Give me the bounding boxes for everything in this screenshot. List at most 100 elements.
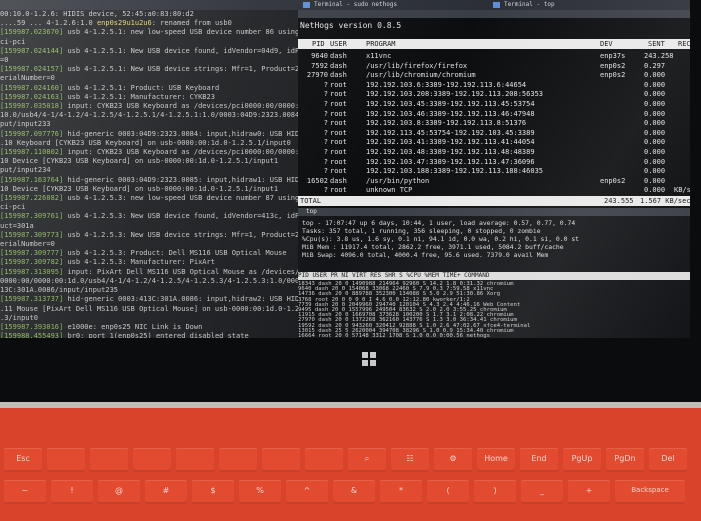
nethogs-cell-user: root [330, 138, 347, 147]
nethogs-terminal[interactable]: NetHogs version 0.8.5 PID USER PROGRAM D… [298, 10, 690, 208]
dmesg-line: 0000:00/0000:00:1d.0/usb4/4-1/4-1.2/4-1.… [0, 277, 300, 286]
dmesg-segment: 10 Device [CYKB23 USB Keyboard] on usb-0… [0, 157, 279, 166]
taskbar-tab-nethogs[interactable]: Terminal - sudo nethogs [300, 0, 484, 10]
key-3[interactable]: # [145, 480, 187, 504]
nethogs-row[interactable]: ? root 192.192.103.188:3389-192.192.113.18… [298, 166, 690, 176]
tablet-bezel: Terminal - sudo nethogs Terminal - top 0… [0, 0, 701, 402]
dmesg-segment: [159987.163764] [0, 175, 68, 184]
top-mem-line: MiB Mem : 11917.4 total, 2862.2 free, 39… [302, 243, 564, 251]
key-label: ^ [303, 486, 311, 495]
dmesg-segment: erialNumber=0 [0, 240, 55, 249]
key-label: End [531, 454, 547, 463]
key-label: ( [446, 486, 450, 495]
nethogs-cell-sent: 0.000 [644, 71, 666, 80]
nethogs-row[interactable]: ? root 192.192.103.41:3389-192.192.113.41:… [298, 137, 690, 147]
key-6[interactable]: ^ [286, 480, 328, 504]
nethogs-row[interactable]: ? root 192.192.103.47:3389-192.192.113.47:… [298, 157, 690, 167]
dmesg-terminal[interactable]: 00:10.0-1.2.6: HIDIS device, 52:45:a0:83… [0, 10, 300, 338]
key-8[interactable]: * [380, 480, 422, 504]
nethogs-row[interactable]: ? root 192.192.103.8:3389-192.192.113.8:51… [298, 118, 690, 128]
dmesg-segment: [159987.024144] [0, 46, 68, 55]
dmesg-line: [159988.455493] br0: port 1(enp0s25) ent… [0, 332, 300, 338]
nethogs-cell-user: root [330, 109, 347, 118]
dmesg-segment: 13C:301A.0086/input/input235 [0, 286, 119, 295]
key-del[interactable]: Del [649, 448, 687, 472]
key-label: % [256, 486, 264, 495]
nethogs-row[interactable]: ? root 192.192.103.48:3389-192.192.113.48:… [298, 147, 690, 157]
nethogs-row[interactable]: ? root 192.192.103.208:3389-192.192.113.20… [298, 89, 690, 99]
top-terminal[interactable]: top top - 17:07:47 up 6 days, 10:44, 1 u… [298, 208, 690, 338]
dmesg-segment: input: PixArt Dell MS116 USB Optical Mou… [67, 267, 300, 276]
key-search[interactable]: ⌕ [348, 448, 386, 472]
dmesg-segment: usb 4-1.2.5.1: New USB device found, idV… [67, 46, 300, 55]
nethogs-cell-pid: 27970 [306, 71, 328, 80]
nethogs-cell-pid: ? [323, 128, 328, 137]
nethogs-cell-user: root [330, 148, 347, 156]
key-share[interactable]: ☷ [391, 448, 429, 472]
taskbar-tab-top[interactable]: Terminal - top [490, 0, 674, 10]
nethogs-row[interactable]: 27970 dash/usr/lib/chromium/chromium enp0s… [298, 70, 690, 80]
key-home[interactable]: Home [477, 448, 515, 472]
key-f7[interactable] [305, 448, 343, 472]
key-end[interactable]: End [520, 448, 558, 472]
nethogs-cell-user: root [330, 167, 347, 176]
key-f1[interactable] [47, 448, 85, 472]
key-label: PgUp [571, 454, 593, 463]
nethogs-cell-sent: 0.000 [644, 138, 666, 147]
key-plus[interactable]: + [568, 480, 610, 504]
nethogs-row[interactable]: ? root 192.192.113.45:53754-192.192.103.45… [298, 128, 690, 138]
photo-scene: Terminal - sudo nethogs Terminal - top 0… [0, 0, 701, 521]
key-label: $ [210, 486, 216, 495]
key-f6[interactable] [262, 448, 300, 472]
dmesg-segment: [159987.226082] [0, 194, 68, 203]
nethogs-row[interactable]: 16502 dash/usr/bin/python enp0s2 0.000 [298, 176, 690, 186]
key-minus[interactable]: _ [521, 480, 563, 504]
nethogs-cell-dev: enp37s [600, 52, 626, 60]
nethogs-row[interactable]: ? root unknown TCP 0.000 KB/s [298, 185, 690, 195]
col-program: PROGRAM [366, 40, 396, 48]
key-pgup[interactable]: PgUp [563, 448, 601, 472]
key-esc[interactable]: Esc [4, 448, 42, 472]
dmesg-line: [159987.313095] input: PixArt Dell MS116… [0, 268, 300, 277]
key-tilde[interactable]: ~ [4, 480, 46, 504]
nethogs-cell-program: 192.192.103.8:3389-192.192.113.8:51376 [366, 119, 527, 128]
windows-logo-icon[interactable] [362, 352, 376, 366]
nethogs-row[interactable]: 7592 dash/usr/lib/firefox/firefox enp0s2 0.… [298, 61, 690, 71]
key-f4[interactable] [176, 448, 214, 472]
nethogs-row[interactable]: ? root 192.192.103.45:3389-192.192.113.45:… [298, 99, 690, 109]
nethogs-cell-user: root [330, 90, 347, 99]
key-label: ⚙ [449, 454, 457, 463]
dmesg-line: ....59 ... 4-1.2.6:1.0 enp0s29u1u2u6: re… [0, 19, 300, 28]
dmesg-line: [159987.024157] usb 4-1.2.5.1: New USB d… [0, 65, 300, 74]
key-f3[interactable] [133, 448, 171, 472]
key-label: * [399, 486, 403, 495]
dmesg-segment: ci-pci [0, 203, 26, 212]
nethogs-row[interactable]: ? root 192.192.103.46:3389-192.192.113.46:… [298, 109, 690, 119]
key-label: & [350, 486, 358, 495]
top-process-row[interactable]: 16664 root 20 0 57148 3312 1708 S 1.0 0.… [298, 333, 690, 338]
type-cover-keyboard: Esc ⌕ ☷ ⚙ Home End PgUp PgDn Del ~! @ # $% ^ & * () _ + Bac… [0, 408, 701, 521]
nethogs-cell-sent: 0.000 [644, 176, 666, 185]
tab-label: Terminal - sudo nethogs [314, 1, 398, 8]
key-pgdn[interactable]: PgDn [606, 448, 644, 472]
key-1[interactable]: ! [51, 480, 93, 504]
key-2[interactable]: @ [98, 480, 140, 504]
dmesg-line: [159987.163764] hid-generic 0003:04D9:23… [0, 176, 300, 185]
nethogs-row[interactable]: ? root 192.192.103.6:3389-192.192.113.6:44… [298, 80, 690, 90]
key-backspace[interactable]: Backspace [615, 480, 685, 504]
dmesg-segment: input: CYKB23 USB Keyboard as /devices/p… [67, 102, 300, 111]
nethogs-cell-program: /usr/lib/chromium/chromium [366, 71, 476, 80]
nethogs-cell-sent: 0.000 [644, 109, 666, 118]
nethogs-row[interactable]: 9640 dash x11vnc enp37s 243.258 [298, 51, 690, 61]
key-9[interactable]: ( [427, 480, 469, 504]
key-5[interactable]: % [239, 480, 281, 504]
nethogs-cell-program: 192.192.103.208:3389-192.192.113.208:563… [366, 90, 544, 99]
dmesg-segment: ci-pci [0, 37, 26, 46]
key-settings[interactable]: ⚙ [434, 448, 472, 472]
key-f2[interactable] [90, 448, 128, 472]
dmesg-segment: =0 [0, 56, 9, 65]
key-0[interactable]: ) [474, 480, 516, 504]
key-f5[interactable] [219, 448, 257, 472]
key-7[interactable]: & [333, 480, 375, 504]
key-4[interactable]: $ [192, 480, 234, 504]
